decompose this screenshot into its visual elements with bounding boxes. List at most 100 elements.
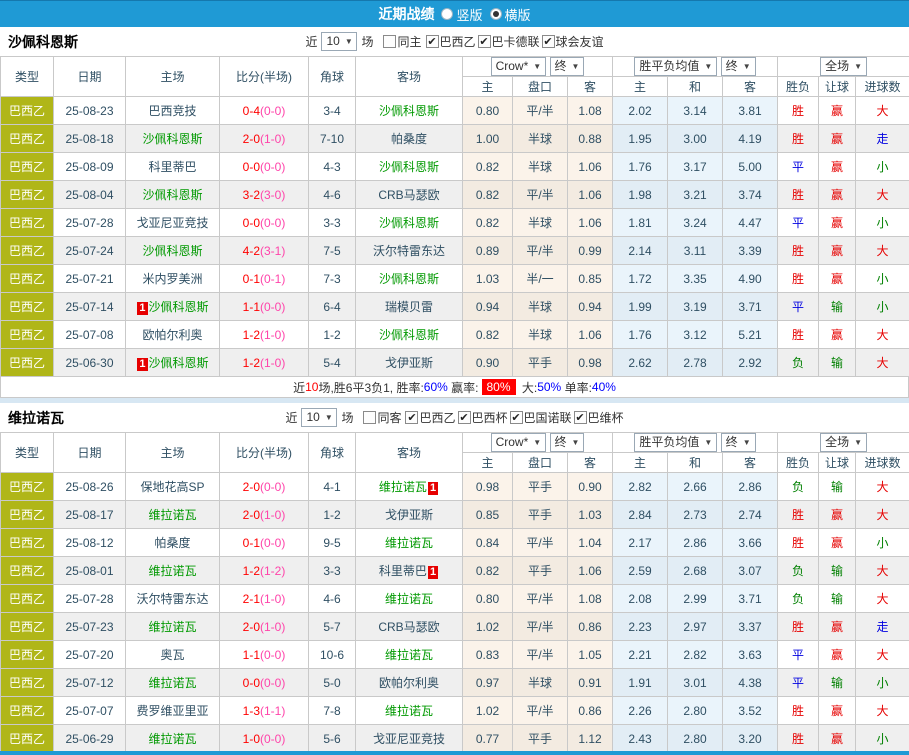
home-team-name[interactable]: 欧帕尔利奥 [142, 328, 202, 342]
checkbox-checked-icon[interactable] [542, 35, 555, 48]
mean-stage-select[interactable]: 终▼ [721, 57, 756, 76]
odds-company-select[interactable]: Crow*▼ [491, 433, 547, 452]
chevron-down-icon: ▼ [743, 59, 751, 74]
away-team-name[interactable]: 帕桑度 [391, 132, 427, 146]
away-team-name[interactable]: 瑞模贝雷 [385, 300, 433, 314]
checkbox-checked-icon[interactable] [458, 411, 471, 424]
home-team-name[interactable]: 维拉诺瓦 [148, 564, 196, 578]
home-team-name[interactable]: 科里蒂巴 [148, 160, 196, 174]
score-cell: 0-1(0-0) [220, 529, 309, 557]
away-team-name[interactable]: 沙佩科恩斯 [379, 160, 439, 174]
home-team-name[interactable]: 沙佩科恩斯 [142, 244, 202, 258]
home-team-name[interactable]: 沃尔特雷东达 [136, 592, 208, 606]
chevron-down-icon: ▼ [533, 435, 541, 450]
home-team-name[interactable]: 沙佩科恩斯 [149, 300, 209, 314]
odds-company-select[interactable]: Crow*▼ [491, 57, 547, 76]
match-count-select[interactable]: 10▼ [321, 32, 357, 51]
home-team-name[interactable]: 维拉诺瓦 [148, 508, 196, 522]
mean-away-cell: 2.92 [723, 349, 778, 377]
radio-unselected-icon[interactable] [441, 8, 453, 20]
away-team-name[interactable]: CRB马瑟欧 [378, 620, 439, 634]
checkbox-icon[interactable] [363, 411, 376, 424]
layout-option-horizontal[interactable]: 横版 [490, 5, 531, 24]
odds-home-cell: 0.82 [463, 209, 513, 237]
col-header-handicap: 盘口 [513, 453, 568, 473]
away-team-name[interactable]: 沙佩科恩斯 [379, 104, 439, 118]
home-team-name[interactable]: 沙佩科恩斯 [149, 356, 209, 370]
odds-handicap-cell: 平/半 [513, 613, 568, 641]
away-team-name[interactable]: 沙佩科恩斯 [379, 328, 439, 342]
odds-home-cell: 1.02 [463, 697, 513, 725]
halftime-score: (1-0) [260, 328, 285, 342]
away-team-name[interactable]: 戈亚尼亚竞技 [373, 732, 445, 746]
away-team-name[interactable]: 维拉诺瓦 [385, 704, 433, 718]
league-type-cell: 巴西乙 [1, 237, 54, 265]
same-venue-filter[interactable]: 同主 [383, 33, 421, 50]
checkbox-checked-icon[interactable] [574, 411, 587, 424]
match-date-cell: 25-07-08 [54, 321, 126, 349]
result-handicap-cell: 赢 [819, 725, 856, 753]
halftime-score: (3-0) [260, 188, 285, 202]
checkbox-checked-icon[interactable] [510, 411, 523, 424]
away-team-name[interactable]: 维拉诺瓦 [385, 648, 433, 662]
red-card-badge: 1 [428, 482, 438, 495]
odds-home-cell: 0.94 [463, 293, 513, 321]
radio-selected-icon[interactable] [490, 8, 502, 20]
same-venue-filter[interactable]: 同客 [363, 409, 401, 426]
match-row: 巴西乙25-07-23维拉诺瓦2-0(1-0)5-7CRB马瑟欧1.02平/半0… [1, 613, 909, 641]
odds-stage-select[interactable]: 终▼ [550, 57, 585, 76]
corner-score-cell: 1-2 [309, 501, 356, 529]
league-filter[interactable]: 巴卡德联 [478, 33, 540, 50]
match-date-cell: 25-07-23 [54, 613, 126, 641]
match-scope-select[interactable]: 全场▼ [820, 433, 867, 452]
chevron-down-icon: ▼ [704, 59, 712, 74]
away-team-name[interactable]: 沃尔特雷东达 [373, 244, 445, 258]
home-team-name[interactable]: 戈亚尼亚竞技 [136, 216, 208, 230]
result-wdl-cell: 胜 [778, 321, 819, 349]
away-team-name[interactable]: 戈伊亚斯 [385, 508, 433, 522]
home-team-name[interactable]: 巴西竞技 [148, 104, 196, 118]
home-team-name[interactable]: 维拉诺瓦 [148, 732, 196, 746]
home-team-name[interactable]: 沙佩科恩斯 [142, 188, 202, 202]
layout-option-vertical[interactable]: 竖版 [441, 5, 482, 24]
league-filter[interactable]: 巴西杯 [458, 409, 508, 426]
home-team-name[interactable]: 维拉诺瓦 [148, 676, 196, 690]
home-team-name[interactable]: 帕桑度 [154, 536, 190, 550]
home-team-name[interactable]: 沙佩科恩斯 [142, 132, 202, 146]
away-team-name[interactable]: 维拉诺瓦 [385, 536, 433, 550]
mean-type-select[interactable]: 胜平负均值▼ [634, 57, 717, 76]
checkbox-checked-icon[interactable] [405, 411, 418, 424]
result-wdl-cell: 胜 [778, 529, 819, 557]
away-team-name[interactable]: 戈伊亚斯 [385, 356, 433, 370]
league-filter[interactable]: 巴西乙 [405, 409, 455, 426]
away-team-name[interactable]: 维拉诺瓦 [385, 592, 433, 606]
away-team-name[interactable]: 欧帕尔利奥 [379, 676, 439, 690]
league-filter[interactable]: 巴维杯 [574, 409, 624, 426]
home-team-name[interactable]: 费罗维亚里亚 [136, 704, 208, 718]
away-team-name[interactable]: 沙佩科恩斯 [379, 216, 439, 230]
league-filter[interactable]: 巴西乙 [426, 33, 476, 50]
mean-type-select[interactable]: 胜平负均值▼ [634, 433, 717, 452]
away-team-name[interactable]: 科里蒂巴 [379, 564, 427, 578]
mean-stage-select[interactable]: 终▼ [721, 433, 756, 452]
mean-home-cell: 1.99 [613, 293, 668, 321]
away-team-name[interactable]: 维拉诺瓦 [379, 480, 427, 494]
fulltime-score: 3-2 [243, 188, 260, 202]
match-scope-select[interactable]: 全场▼ [820, 57, 867, 76]
col-header-mean-away: 客 [723, 77, 778, 97]
league-filter[interactable]: 球会友谊 [542, 33, 604, 50]
match-count-select[interactable]: 10▼ [301, 408, 337, 427]
home-team-name[interactable]: 奥瓦 [160, 648, 184, 662]
checkbox-checked-icon[interactable] [478, 35, 491, 48]
home-team-name[interactable]: 维拉诺瓦 [148, 620, 196, 634]
league-filter[interactable]: 巴国诺联 [510, 409, 572, 426]
away-team-name[interactable]: 沙佩科恩斯 [379, 272, 439, 286]
away-team-name[interactable]: CRB马瑟欧 [378, 188, 439, 202]
home-team-cell: 1沙佩科恩斯 [126, 349, 220, 377]
odds-stage-select[interactable]: 终▼ [550, 433, 585, 452]
match-date-cell: 25-07-21 [54, 265, 126, 293]
home-team-name[interactable]: 米内罗美洲 [142, 272, 202, 286]
home-team-name[interactable]: 保地花高SP [140, 480, 204, 494]
checkbox-icon[interactable] [383, 35, 396, 48]
checkbox-checked-icon[interactable] [426, 35, 439, 48]
